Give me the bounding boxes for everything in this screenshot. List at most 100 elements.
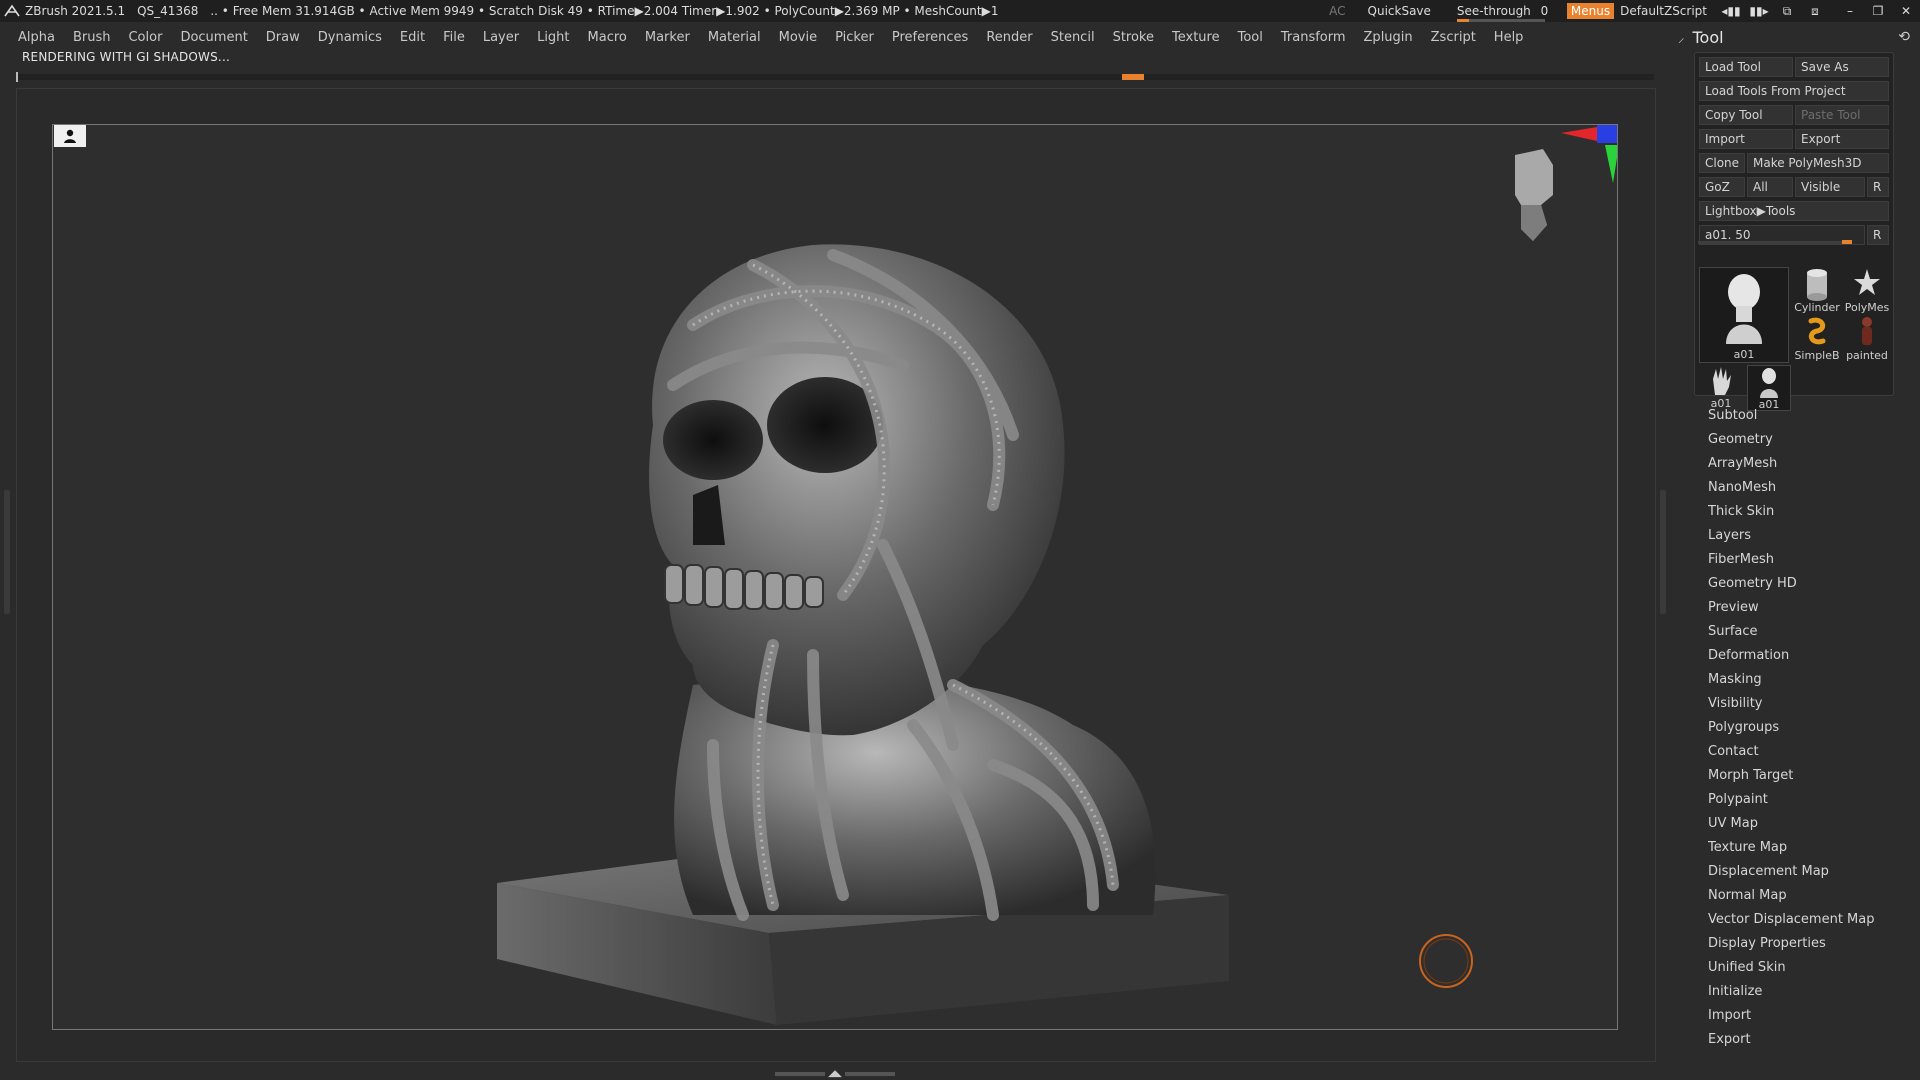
menu-file[interactable]: File bbox=[443, 30, 465, 45]
title-bar: ZBrush 2021.5.1 QS_41368 .. • Free Mem 3… bbox=[0, 0, 1920, 22]
subpalette-geometry-hd[interactable]: Geometry HD bbox=[1708, 572, 1908, 596]
menu-material[interactable]: Material bbox=[708, 30, 761, 45]
menu-alpha[interactable]: Alpha bbox=[18, 30, 55, 45]
layout-next-icon[interactable]: ▮▮▸ bbox=[1748, 3, 1770, 19]
clone-button[interactable]: Clone bbox=[1699, 153, 1745, 173]
tool-palette-header[interactable]: ⸝ Tool ⟲ bbox=[1678, 26, 1910, 48]
subpalette-unified-skin[interactable]: Unified Skin bbox=[1708, 956, 1908, 980]
tool-thumb-painted[interactable]: painted bbox=[1843, 315, 1891, 363]
menu-brush[interactable]: Brush bbox=[73, 30, 111, 45]
subpalette-contact[interactable]: Contact bbox=[1708, 740, 1908, 764]
window-layout-icon[interactable]: ⧉ bbox=[1776, 3, 1798, 19]
subpalette-uv-map[interactable]: UV Map bbox=[1708, 812, 1908, 836]
menu-texture[interactable]: Texture bbox=[1172, 30, 1220, 45]
subpalette-nanomesh[interactable]: NanoMesh bbox=[1708, 476, 1908, 500]
copy-tool-button[interactable]: Copy Tool bbox=[1699, 105, 1793, 125]
subpalette-subtool[interactable]: Subtool bbox=[1708, 404, 1908, 428]
small-bust-icon bbox=[1760, 368, 1778, 398]
reset-palette-icon[interactable]: ⟲ bbox=[1898, 29, 1910, 45]
menu-tool[interactable]: Tool bbox=[1238, 30, 1263, 45]
menu-edit[interactable]: Edit bbox=[400, 30, 425, 45]
menu-zscript[interactable]: Zscript bbox=[1431, 30, 1476, 45]
tool-slider-r-button[interactable]: R bbox=[1867, 225, 1889, 245]
left-tray-handle[interactable] bbox=[4, 490, 10, 614]
subpalette-arraymesh[interactable]: ArrayMesh bbox=[1708, 452, 1908, 476]
menu-zplugin[interactable]: Zplugin bbox=[1364, 30, 1413, 45]
bottom-tray-handle[interactable]: ◢◣ bbox=[770, 1069, 900, 1079]
minimize-icon[interactable]: – bbox=[1839, 3, 1861, 19]
close-icon[interactable]: ✕ bbox=[1895, 3, 1917, 19]
subpalette-layers[interactable]: Layers bbox=[1708, 524, 1908, 548]
ac-toggle[interactable]: AC bbox=[1329, 4, 1345, 18]
subpalette-deformation[interactable]: Deformation bbox=[1708, 644, 1908, 668]
menu-picker[interactable]: Picker bbox=[835, 30, 874, 45]
goz-all-button[interactable]: All bbox=[1747, 177, 1793, 197]
menu-color[interactable]: Color bbox=[128, 30, 162, 45]
subpalette-preview[interactable]: Preview bbox=[1708, 596, 1908, 620]
tool-slider-knob[interactable] bbox=[1842, 240, 1852, 244]
menu-transform[interactable]: Transform bbox=[1281, 30, 1346, 45]
subpalette-polygroups[interactable]: Polygroups bbox=[1708, 716, 1908, 740]
export-button[interactable]: Export bbox=[1795, 129, 1889, 149]
goz-visible-button[interactable]: Visible bbox=[1795, 177, 1865, 197]
bust-sculpt bbox=[649, 244, 1156, 921]
menu-help[interactable]: Help bbox=[1494, 30, 1524, 45]
menu-stencil[interactable]: Stencil bbox=[1051, 30, 1095, 45]
subpalette-display-properties[interactable]: Display Properties bbox=[1708, 932, 1908, 956]
ui-swap-icon[interactable]: ⧈ bbox=[1804, 3, 1826, 19]
project-name: QS_41368 bbox=[137, 4, 199, 18]
subpalette-initialize[interactable]: Initialize bbox=[1708, 980, 1908, 1004]
subpalette-thick-skin[interactable]: Thick Skin bbox=[1708, 500, 1908, 524]
subpalette-displacement-map[interactable]: Displacement Map bbox=[1708, 860, 1908, 884]
axis-gizmo[interactable] bbox=[1561, 125, 1618, 183]
subpalette-morph-target[interactable]: Morph Target bbox=[1708, 764, 1908, 788]
make-polymesh3d-button[interactable]: Make PolyMesh3D bbox=[1747, 153, 1889, 173]
subpalette-masking[interactable]: Masking bbox=[1708, 668, 1908, 692]
quicksave-button[interactable]: QuickSave bbox=[1368, 4, 1431, 18]
goz-r-button[interactable]: R bbox=[1867, 177, 1889, 197]
menu-stroke[interactable]: Stroke bbox=[1113, 30, 1154, 45]
subpalette-fibermesh[interactable]: FiberMesh bbox=[1708, 548, 1908, 572]
subpalette-export[interactable]: Export bbox=[1708, 1028, 1908, 1052]
menu-dynamics[interactable]: Dynamics bbox=[318, 30, 382, 45]
goz-button[interactable]: GoZ bbox=[1699, 177, 1745, 197]
load-tool-button[interactable]: Load Tool bbox=[1699, 57, 1793, 77]
tool-thumb-a01-main[interactable]: a01 bbox=[1699, 267, 1789, 363]
subpalette-visibility[interactable]: Visibility bbox=[1708, 692, 1908, 716]
import-button[interactable]: Import bbox=[1699, 129, 1793, 149]
right-tray-handle[interactable] bbox=[1660, 490, 1666, 614]
menu-draw[interactable]: Draw bbox=[266, 30, 300, 45]
thumb-label: painted bbox=[1846, 349, 1888, 362]
menu-movie[interactable]: Movie bbox=[779, 30, 817, 45]
3d-viewport[interactable] bbox=[52, 124, 1618, 1030]
subpalette-normal-map[interactable]: Normal Map bbox=[1708, 884, 1908, 908]
menu-document[interactable]: Document bbox=[180, 30, 247, 45]
paste-tool-button[interactable]: Paste Tool bbox=[1795, 105, 1889, 125]
tool-thumb-simplebrush[interactable]: SimpleB bbox=[1793, 315, 1841, 363]
tool-thumb-polymesh[interactable]: PolyMes bbox=[1843, 267, 1891, 315]
menu-preferences[interactable]: Preferences bbox=[892, 30, 968, 45]
see-through-slider[interactable]: See-through 0 bbox=[1456, 4, 1548, 22]
subpalette-vector-displacement-map[interactable]: Vector Displacement Map bbox=[1708, 908, 1908, 932]
default-zscript-button[interactable]: DefaultZScript bbox=[1620, 4, 1707, 18]
subpalette-surface[interactable]: Surface bbox=[1708, 620, 1908, 644]
subpalette-polypaint[interactable]: Polypaint bbox=[1708, 788, 1908, 812]
save-as-button[interactable]: Save As bbox=[1795, 57, 1889, 77]
restore-icon[interactable]: ❐ bbox=[1867, 3, 1889, 19]
layout-prev-icon[interactable]: ◂▮▮ bbox=[1720, 3, 1742, 19]
menu-layer[interactable]: Layer bbox=[483, 30, 519, 45]
menus-toggle[interactable]: Menus bbox=[1566, 3, 1615, 19]
menu-light[interactable]: Light bbox=[537, 30, 569, 45]
load-tools-from-project-button[interactable]: Load Tools From Project bbox=[1699, 81, 1889, 101]
perspective-camera-icon[interactable] bbox=[54, 125, 86, 147]
tool-thumb-cylinder[interactable]: Cylinder bbox=[1793, 267, 1841, 315]
menu-render[interactable]: Render bbox=[986, 30, 1032, 45]
cylinder-icon bbox=[1807, 269, 1827, 301]
brush-pin-icon: ⸝ bbox=[1678, 31, 1685, 46]
subpalette-geometry[interactable]: Geometry bbox=[1708, 428, 1908, 452]
menu-macro[interactable]: Macro bbox=[588, 30, 627, 45]
menu-marker[interactable]: Marker bbox=[645, 30, 690, 45]
subpalette-texture-map[interactable]: Texture Map bbox=[1708, 836, 1908, 860]
subpalette-import[interactable]: Import bbox=[1708, 1004, 1908, 1028]
lightbox-tools-button[interactable]: Lightbox▶Tools bbox=[1699, 201, 1889, 221]
